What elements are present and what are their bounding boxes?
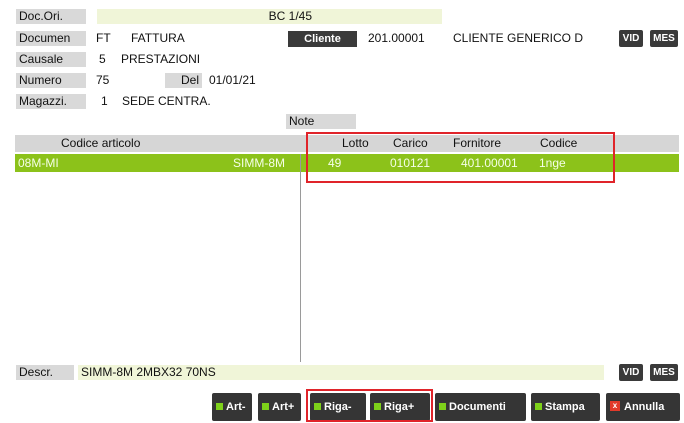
close-icon: x xyxy=(610,401,620,412)
row-article: SIMM-8M xyxy=(233,156,285,170)
mes-button-top[interactable]: MES xyxy=(650,30,678,47)
numero-value[interactable]: 75 xyxy=(96,73,109,88)
row-code: 08M-MI xyxy=(18,156,59,170)
cliente-name: CLIENTE GENERICO D xyxy=(453,31,584,45)
descr-field[interactable]: SIMM-8M 2MBX32 70NS xyxy=(78,365,604,380)
vid-button-bottom[interactable]: VID xyxy=(619,364,643,381)
numero-label: Numero xyxy=(16,73,86,88)
cliente-code[interactable]: 201.00001 xyxy=(368,31,425,46)
art-minus-button[interactable]: Art- xyxy=(212,393,252,421)
doc-ori-field[interactable]: BC 1/45 xyxy=(97,9,442,24)
magazzi-code[interactable]: 1 xyxy=(101,94,108,109)
column-codice-articolo[interactable]: Codice articolo xyxy=(61,135,140,152)
documen-name: FATTURA xyxy=(131,31,185,45)
documenti-button[interactable]: Documenti xyxy=(435,393,526,421)
causale-label: Causale xyxy=(16,52,86,67)
green-square-icon xyxy=(216,402,223,410)
magazzi-label: Magazzi. xyxy=(16,94,86,109)
art-minus-label: Art- xyxy=(226,401,246,413)
vid-button-top[interactable]: VID xyxy=(619,30,643,47)
annulla-button[interactable]: x Annulla xyxy=(606,393,680,421)
doc-ori-label: Doc.Ori. xyxy=(16,9,86,24)
cliente-button[interactable]: Cliente xyxy=(288,31,357,47)
mes-button-bottom[interactable]: MES xyxy=(650,364,678,381)
causale-name: PRESTAZIONI xyxy=(121,52,201,66)
stampa-button[interactable]: Stampa xyxy=(531,393,600,421)
green-square-icon xyxy=(535,402,542,410)
documen-code[interactable]: FT xyxy=(96,31,111,46)
highlight-box-toolbar xyxy=(306,389,433,422)
causale-code[interactable]: 5 xyxy=(99,52,106,67)
documenti-label: Documenti xyxy=(449,401,506,413)
stampa-label: Stampa xyxy=(545,401,585,413)
documen-label: Documen xyxy=(16,31,86,46)
annulla-label: Annulla xyxy=(624,401,665,413)
del-label: Del xyxy=(165,73,202,88)
magazzi-name: SEDE CENTRA. xyxy=(122,94,211,108)
column-divider xyxy=(300,154,301,362)
descr-label: Descr. xyxy=(16,365,74,380)
green-square-icon xyxy=(262,402,269,410)
green-square-icon xyxy=(439,402,446,410)
note-label[interactable]: Note xyxy=(286,114,356,129)
art-plus-button[interactable]: Art+ xyxy=(258,393,301,421)
art-plus-label: Art+ xyxy=(272,401,295,413)
highlight-box-table xyxy=(306,132,615,183)
del-value[interactable]: 01/01/21 xyxy=(209,73,256,88)
